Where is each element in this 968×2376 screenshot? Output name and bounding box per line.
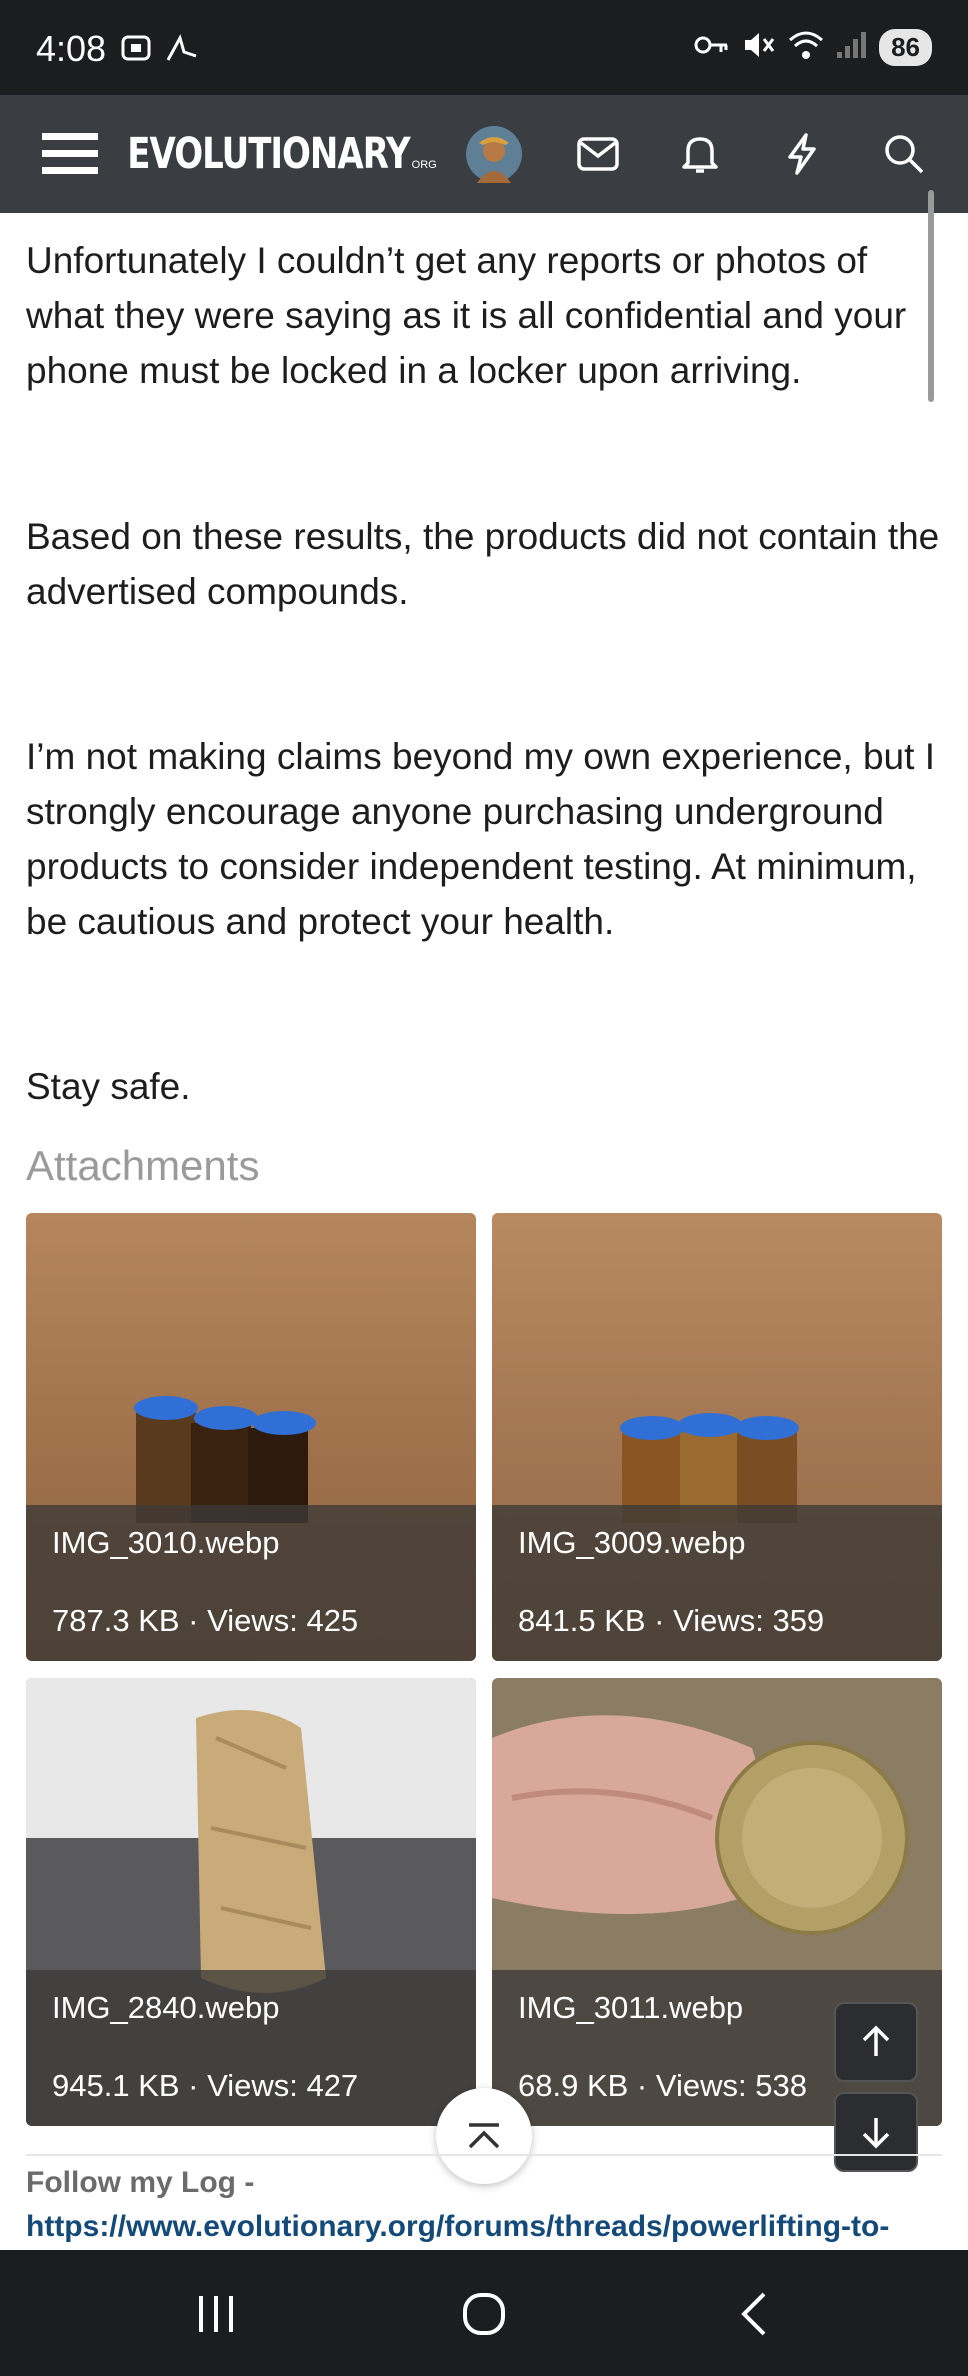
attachment-meta: 945.1 KB · Views: 427 [52, 2068, 359, 2103]
attachment-meta: 787.3 KB · Views: 425 [52, 1603, 359, 1638]
post-paragraph: I’m not making claims beyond my own expe… [26, 736, 935, 942]
menu-button[interactable] [30, 95, 110, 213]
signature-label: Follow my Log - [26, 2166, 255, 2199]
vpn-key-icon [693, 30, 731, 65]
attachment-caption: IMG_3010.webp 787.3 KB · Views: 425 [26, 1505, 476, 1661]
attachment-tile[interactable]: IMG_3010.webp 787.3 KB · Views: 425 [26, 1213, 476, 1661]
logo-suffix: ORG [411, 159, 437, 171]
attachment-filename: IMG_3010.webp [52, 1525, 280, 1560]
signature-link[interactable]: https://www.evolutionary.org/forums/thre… [26, 2210, 942, 2244]
mail-icon [577, 137, 619, 171]
back-to-top-button[interactable] [436, 2088, 532, 2184]
inbox-button[interactable] [568, 95, 628, 213]
user-avatar-button[interactable] [462, 95, 526, 213]
signal-icon [835, 30, 869, 65]
recents-icon [199, 2296, 233, 2332]
whats-new-button[interactable] [772, 95, 832, 213]
bell-icon [682, 137, 718, 173]
battery-indicator: 86 [879, 29, 932, 66]
search-button[interactable] [874, 95, 934, 213]
alerts-button[interactable] [670, 95, 730, 213]
attachment-meta: 68.9 KB · Views: 538 [518, 2068, 807, 2103]
attachment-caption: IMG_3009.webp 841.5 KB · Views: 359 [492, 1505, 942, 1661]
wifi-icon [787, 28, 825, 67]
status-left-icons [118, 30, 200, 71]
home-icon [463, 2293, 505, 2335]
avatar [466, 126, 522, 183]
lightning-icon [788, 133, 816, 175]
back-button[interactable] [718, 2278, 790, 2350]
recent-apps-button[interactable] [180, 2278, 252, 2350]
hamburger-icon [42, 133, 98, 174]
arrow-down-icon [862, 2118, 890, 2149]
attachment-caption: IMG_2840.webp 945.1 KB · Views: 427 [26, 1970, 476, 2126]
screenshot-icon [118, 30, 154, 71]
back-chevron-icon [741, 2292, 766, 2336]
system-nav-bar [0, 2250, 968, 2376]
scroll-up-button[interactable] [834, 2002, 918, 2082]
home-button[interactable] [448, 2278, 520, 2350]
site-logo[interactable]: EVOLUTIONARY ORG [127, 95, 436, 213]
logo-text: EVOLUTIONARY [127, 129, 410, 179]
attachment-filename: IMG_3011.webp [518, 1990, 744, 2025]
top-navbar: EVOLUTIONARY ORG [0, 95, 968, 213]
attachment-tile[interactable]: IMG_3009.webp 841.5 KB · Views: 359 [492, 1213, 942, 1661]
status-time: 4:08 [36, 28, 107, 69]
arrow-up-icon [862, 2025, 890, 2056]
search-icon [885, 135, 924, 174]
post-paragraph: Unfortunately I couldn’t get any reports… [26, 240, 907, 391]
attachment-tile[interactable]: IMG_2840.webp 945.1 KB · Views: 427 [26, 1678, 476, 2126]
speed-icon [164, 30, 200, 71]
double-chevron-up-icon [468, 2123, 500, 2149]
status-right-icons: 86 [693, 28, 932, 67]
attachment-filename: IMG_2840.webp [52, 1990, 280, 2025]
mute-icon [741, 28, 777, 67]
attachments-heading: Attachments [26, 1142, 260, 1189]
post-paragraph: Stay safe. [26, 1066, 191, 1107]
signature-divider [26, 2154, 942, 2156]
post-paragraph: Based on these results, the products did… [26, 516, 940, 612]
attachment-meta: 841.5 KB · Views: 359 [518, 1603, 825, 1638]
attachment-filename: IMG_3009.webp [518, 1525, 746, 1560]
status-bar: 4:08 86 [0, 0, 968, 95]
scroll-down-button[interactable] [834, 2092, 918, 2172]
